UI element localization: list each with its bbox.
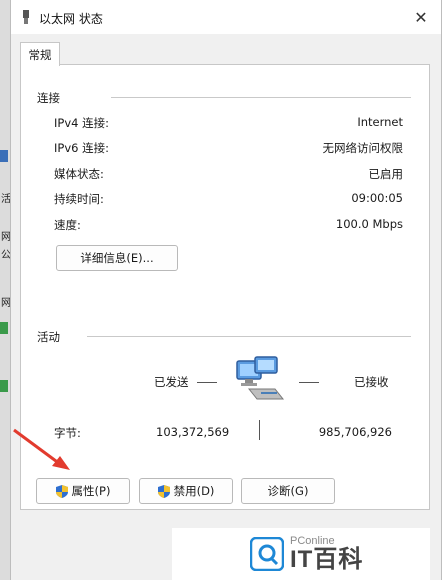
close-button[interactable]: ✕ bbox=[401, 0, 441, 34]
diagnose-button[interactable]: 诊断(G) bbox=[241, 478, 335, 504]
received-label: 已接收 bbox=[354, 375, 389, 389]
sent-dash bbox=[197, 382, 217, 383]
bytes-sent-value: 103,372,569 bbox=[156, 425, 230, 439]
section-divider bbox=[87, 336, 411, 337]
disable-label: 禁用(D) bbox=[173, 484, 215, 498]
media-state-label: 媒体状态: bbox=[54, 167, 104, 181]
ethernet-status-dialog: 以太网 状态 ✕ 常规 连接 IPv4 连接: Internet IPv6 连接… bbox=[10, 0, 442, 580]
general-panel: 连接 IPv4 连接: Internet IPv6 连接: 无网络访问权限 媒体… bbox=[20, 64, 430, 510]
details-button[interactable]: 详细信息(E)... bbox=[56, 245, 178, 271]
activity-heading: 活动 bbox=[37, 330, 60, 344]
speed-value: 100.0 Mbps bbox=[335, 217, 403, 231]
duration-value: 09:00:05 bbox=[351, 191, 403, 205]
background-icon bbox=[0, 150, 8, 162]
speed-label: 速度: bbox=[54, 218, 81, 232]
annotation-arrow bbox=[13, 428, 70, 470]
bytes-received-value: 985,706,926 bbox=[318, 425, 392, 439]
bytes-separator bbox=[259, 420, 260, 440]
tab-general[interactable]: 常规 bbox=[20, 42, 60, 66]
connection-heading: 连接 bbox=[37, 91, 60, 105]
media-state-value: 已启用 bbox=[368, 167, 404, 181]
duration-label: 持续时间: bbox=[54, 192, 104, 206]
close-icon: ✕ bbox=[414, 7, 428, 27]
pconline-logo-icon bbox=[250, 537, 284, 571]
background-icon bbox=[0, 322, 8, 334]
watermark-big-text: IT百科 bbox=[290, 546, 364, 573]
title-bar[interactable]: 以太网 状态 ✕ bbox=[11, 0, 441, 34]
properties-label: 属性(P) bbox=[71, 484, 111, 498]
uac-shield-icon bbox=[55, 484, 68, 498]
ipv4-value: Internet bbox=[357, 115, 403, 129]
ethernet-plug-icon bbox=[23, 10, 29, 24]
sent-label: 已发送 bbox=[154, 375, 189, 389]
ipv6-label: IPv6 连接: bbox=[54, 141, 109, 155]
uac-shield-icon bbox=[157, 484, 170, 498]
properties-button[interactable]: 属性(P) bbox=[36, 478, 130, 504]
section-divider bbox=[111, 97, 411, 98]
pconline-watermark: PConline IT百科 bbox=[172, 528, 430, 580]
ipv4-label: IPv4 连接: bbox=[54, 116, 109, 130]
window-title: 以太网 状态 bbox=[39, 12, 103, 26]
ipv6-value: 无网络访问权限 bbox=[322, 141, 404, 155]
disable-button[interactable]: 禁用(D) bbox=[139, 478, 233, 504]
network-computers-icon bbox=[236, 356, 285, 400]
background-icon bbox=[0, 380, 8, 392]
received-dash bbox=[299, 382, 319, 383]
